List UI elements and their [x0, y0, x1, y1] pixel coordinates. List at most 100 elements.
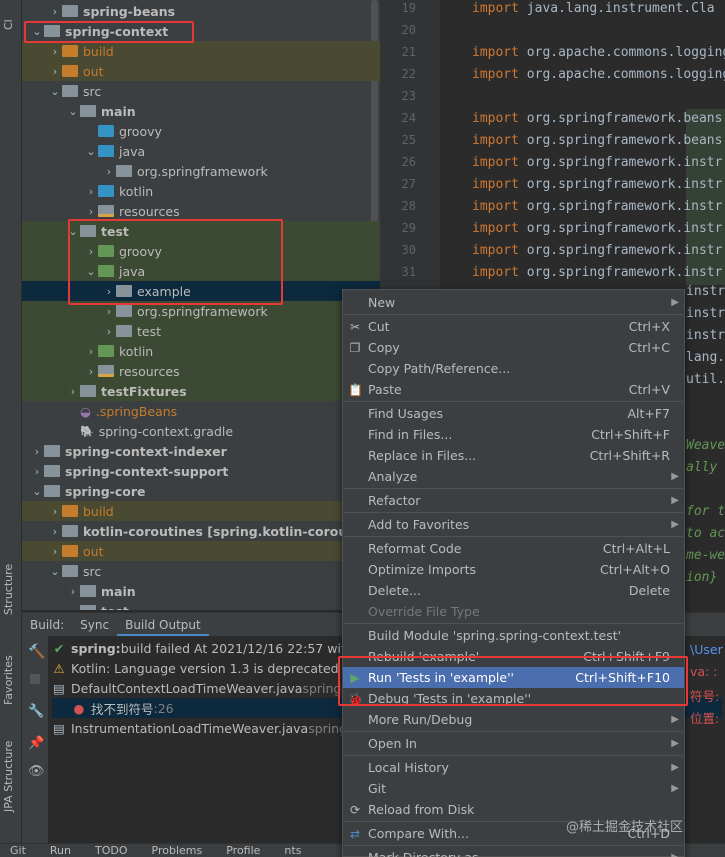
chevron-right-icon[interactable]: › [48, 545, 62, 558]
menu-item-find-usages[interactable]: Find Usages Alt+F7 [343, 403, 684, 424]
chevron-right-icon[interactable]: › [48, 45, 62, 58]
tree-item[interactable]: › spring-beans [22, 1, 380, 21]
tree-item[interactable]: › build [22, 41, 380, 61]
submenu-arrow-icon: ▶ [671, 519, 679, 530]
menu-item-paste[interactable]: 📋 Paste Ctrl+V [343, 379, 684, 400]
menu-item-analyze[interactable]: Analyze ▶ [343, 466, 684, 487]
tree-item[interactable]: ⌄ main [22, 101, 380, 121]
chevron-right-icon[interactable]: › [84, 345, 98, 358]
tree-item[interactable]: › org.springframework [22, 161, 380, 181]
build-message: DefaultContextLoadTimeWeaver.java [71, 680, 303, 696]
wrench-icon[interactable]: 🔧 [28, 704, 44, 719]
line-number: 26 [401, 155, 416, 169]
menu-item-shortcut: Delete [628, 583, 670, 598]
chevron-right-icon[interactable]: › [48, 505, 62, 518]
chevron-right-icon[interactable]: › [102, 165, 116, 178]
pin-icon[interactable]: 📌 [28, 736, 44, 751]
toolwindow-tab-jpa-structure[interactable]: JPA Structure [2, 741, 15, 812]
menu-item-add-to-favorites[interactable]: Add to Favorites ▶ [343, 514, 684, 535]
chevron-right-icon[interactable]: › [66, 605, 80, 611]
tab-build-output[interactable]: Build Output [117, 613, 209, 637]
chevron-down-icon[interactable]: ⌄ [84, 145, 98, 158]
chevron-right-icon[interactable]: › [102, 325, 116, 338]
chevron-right-icon[interactable]: › [30, 445, 44, 458]
tree-item[interactable]: › main [22, 581, 380, 601]
chevron-right-icon[interactable]: › [30, 465, 44, 478]
tree-item[interactable]: groovy [22, 121, 380, 141]
menu-item-git[interactable]: Git ▶ [343, 778, 684, 799]
menu-item-delete[interactable]: Delete... Delete [343, 580, 684, 601]
chevron-down-icon[interactable]: ⌄ [66, 105, 80, 118]
menu-item-new[interactable]: New ▶ [343, 292, 684, 313]
statusbar-run[interactable]: Run [50, 844, 71, 857]
menu-item-local-history[interactable]: Local History ▶ [343, 757, 684, 778]
tree-item[interactable]: › testFixtures [22, 381, 380, 401]
tree-item[interactable]: 🐘 spring-context.gradle [22, 421, 380, 441]
menu-item-copy[interactable]: ❐ Copy Ctrl+C [343, 337, 684, 358]
chevron-down-icon[interactable]: ⌄ [48, 565, 62, 578]
menu-item-reformat-code[interactable]: Reformat Code Ctrl+Alt+L [343, 538, 684, 559]
code-text: org.springframework.instr [518, 155, 723, 170]
menu-item-copy-path-reference[interactable]: Copy Path/Reference... [343, 358, 684, 379]
statusbar-nts[interactable]: nts [284, 844, 301, 857]
menu-item-replace-in-files[interactable]: Replace in Files... Ctrl+Shift+R [343, 445, 684, 466]
tree-item[interactable]: ⌄ spring-core [22, 481, 380, 501]
chevron-right-icon[interactable]: › [66, 585, 80, 598]
menu-item-cut[interactable]: ✂ Cut Ctrl+X [343, 316, 684, 337]
compare-icon: ⇄ [349, 826, 361, 841]
tree-item[interactable]: ⌄ java [22, 141, 380, 161]
build-label: Build: [30, 617, 65, 632]
statusbar-todo[interactable]: TODO [95, 844, 128, 857]
tree-item[interactable]: › test [22, 601, 380, 610]
hammer-icon[interactable]: 🔨 [28, 644, 45, 660]
chevron-right-icon[interactable]: › [48, 5, 62, 18]
chevron-down-icon[interactable]: ⌄ [30, 485, 44, 498]
chevron-right-icon[interactable]: › [84, 365, 98, 378]
chevron-right-icon[interactable]: › [66, 385, 80, 398]
folder-icon [62, 45, 78, 57]
line-number: 28 [401, 199, 416, 213]
tree-item[interactable]: ◒ .springBeans [22, 401, 380, 421]
tree-item[interactable]: › test [22, 321, 380, 341]
chevron-right-icon[interactable]: › [48, 65, 62, 78]
tree-item[interactable]: › spring-context-support [22, 461, 380, 481]
chevron-right-icon[interactable]: › [84, 185, 98, 198]
code-keyword: import [472, 45, 519, 60]
tree-item-label: spring-context-support [65, 463, 229, 479]
toolwindow-tab-favorites[interactable]: Favorites [2, 655, 15, 705]
tree-item[interactable]: › resources [22, 361, 380, 381]
chevron-right-icon[interactable]: › [84, 205, 98, 218]
tab-sync[interactable]: Sync [72, 613, 117, 637]
statusbar-git[interactable]: Git [10, 844, 26, 857]
menu-item-refactor[interactable]: Refactor ▶ [343, 490, 684, 511]
tree-item[interactable]: › build [22, 501, 380, 521]
menu-item-find-in-files[interactable]: Find in Files... Ctrl+Shift+F [343, 424, 684, 445]
toolwindow-tab-commit[interactable]: Cl [2, 19, 15, 30]
tree-item-label: test [101, 604, 129, 611]
tree-item[interactable]: › kotlin [22, 181, 380, 201]
menu-item-open-in[interactable]: Open In ▶ [343, 733, 684, 754]
chevron-right-icon[interactable]: › [48, 525, 62, 538]
chevron-right-icon[interactable]: › [102, 305, 116, 318]
tree-item[interactable]: › spring-context-indexer [22, 441, 380, 461]
eye-icon[interactable]: 👁 [28, 764, 45, 779]
tree-item[interactable]: › resources [22, 201, 380, 221]
tree-item[interactable]: › kotlin [22, 341, 380, 361]
tree-item[interactable]: ⌄ src [22, 561, 380, 581]
menu-item-build-module-spring-spring-context-test[interactable]: Build Module 'spring.spring-context.test… [343, 625, 684, 646]
menu-item-more-run-debug[interactable]: More Run/Debug ▶ [343, 709, 684, 730]
chevron-down-icon[interactable]: ⌄ [48, 85, 62, 98]
tree-item[interactable]: › out [22, 541, 380, 561]
statusbar-profile[interactable]: Profile [226, 844, 260, 857]
tree-item-label: test [137, 323, 162, 339]
menu-item-optimize-imports[interactable]: Optimize Imports Ctrl+Alt+O [343, 559, 684, 580]
statusbar-problems[interactable]: Problems [152, 844, 203, 857]
menu-item-label: Copy [368, 340, 400, 355]
tree-item[interactable]: ⌄ src [22, 81, 380, 101]
submenu-arrow-icon: ▶ [671, 495, 679, 506]
tree-item[interactable]: › kotlin-coroutines [spring.kotlin-corout… [22, 521, 380, 541]
tree-item[interactable]: › out [22, 61, 380, 81]
stop-icon[interactable] [30, 674, 40, 684]
menu-item-mark-directory-as[interactable]: Mark Directory as ▶ [343, 847, 684, 857]
toolwindow-tab-structure[interactable]: Structure [2, 564, 15, 615]
